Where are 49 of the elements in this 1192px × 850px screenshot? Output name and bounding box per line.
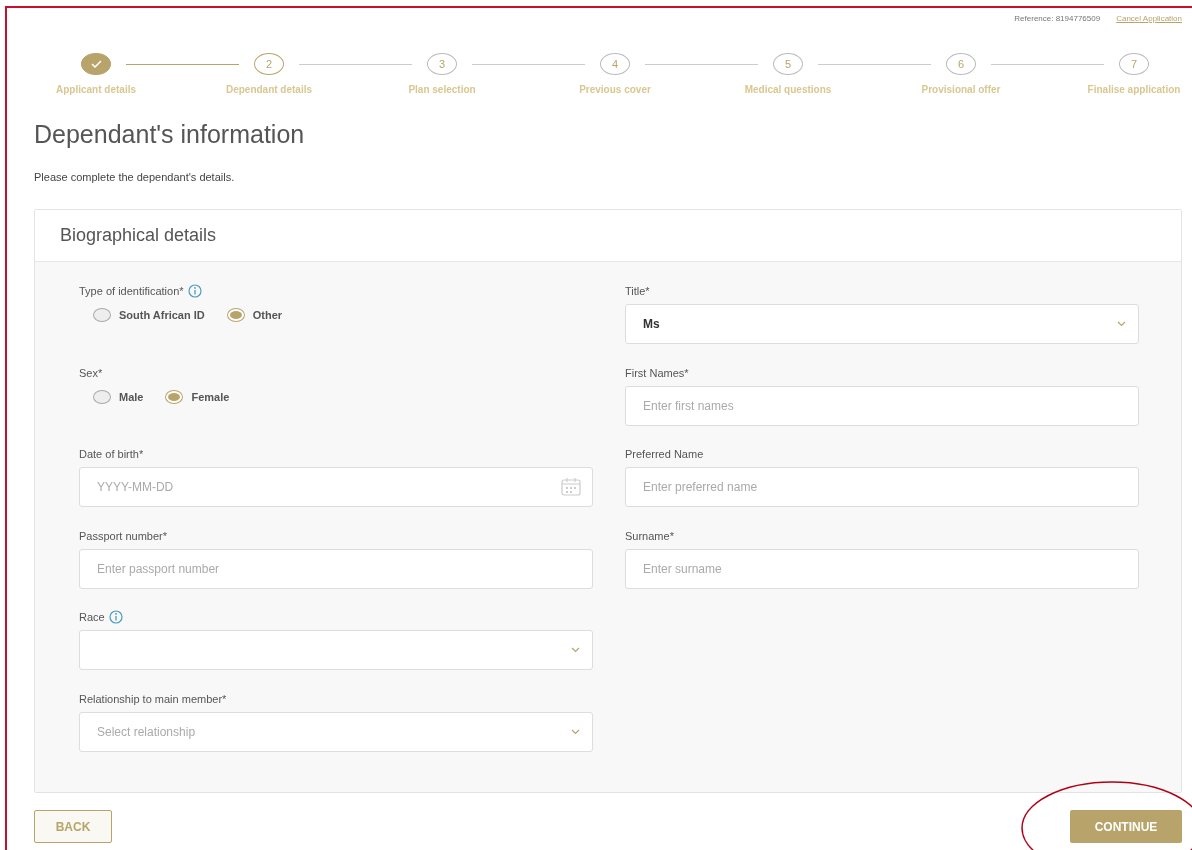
field-label: Relationship to main member* [79, 692, 227, 705]
step-circle: 2 [254, 53, 284, 75]
info-icon[interactable] [108, 610, 123, 624]
step-circle: 7 [1119, 53, 1149, 75]
step-label: Finalise application [1087, 84, 1181, 95]
step-label: Plan selection [408, 84, 476, 95]
check-icon [90, 60, 102, 68]
text-field[interactable]: Enter surname [625, 548, 1139, 589]
field-label: Sex* [79, 366, 103, 379]
chevron-down-icon [571, 647, 580, 653]
step-circle: 6 [946, 53, 976, 75]
radio-option[interactable]: Male [93, 389, 144, 404]
field-label: Date of birth* [79, 448, 144, 460]
radio-circle[interactable] [165, 389, 184, 404]
text-field[interactable]: Enter passport number [79, 548, 593, 589]
radio-circle[interactable] [226, 308, 245, 322]
calendar-icon[interactable] [561, 478, 581, 496]
step-label: Dependant details [225, 84, 313, 95]
text-field[interactable]: Enter first names [625, 385, 1139, 426]
radio-circle[interactable] [93, 389, 111, 404]
step-label: Applicant details [56, 84, 136, 95]
date-field[interactable]: YYYY-MM-DD [79, 467, 593, 507]
chevron-down-icon [1117, 321, 1126, 327]
field-label: Surname* [625, 529, 674, 542]
step-label: Medical questions [744, 84, 832, 95]
field-label: Preferred Name [625, 448, 704, 460]
radio-option[interactable]: South African ID [93, 308, 205, 322]
step-label: Provisional offer [921, 84, 1001, 95]
field-label: Race [79, 611, 105, 623]
page-subtitle: Please complete the dependant's details. [34, 171, 236, 183]
step-circle: 4 [600, 53, 630, 75]
select-field[interactable] [79, 630, 593, 670]
reference-number: Reference: 8194776509 [1014, 13, 1101, 23]
field-label: Type of identification* [79, 285, 184, 297]
step-circle: 3 [427, 53, 457, 75]
chevron-down-icon [571, 728, 580, 735]
radio-circle[interactable] [93, 308, 111, 322]
card-title: Biographical details [35, 210, 1181, 262]
text-field[interactable]: Enter preferred name [625, 467, 1139, 507]
page-title: Dependant's information [34, 120, 306, 149]
radio-option[interactable]: Other [226, 308, 283, 322]
field-label: First Names* [625, 366, 689, 379]
step-label: Previous cover [579, 84, 651, 95]
field-label: Title* [625, 285, 650, 297]
field-label: Passport number* [79, 529, 168, 542]
radio-option[interactable]: Female [165, 389, 230, 404]
step-circle: 5 [773, 53, 803, 75]
select-field[interactable]: Ms [625, 304, 1139, 344]
info-icon[interactable] [187, 284, 202, 298]
